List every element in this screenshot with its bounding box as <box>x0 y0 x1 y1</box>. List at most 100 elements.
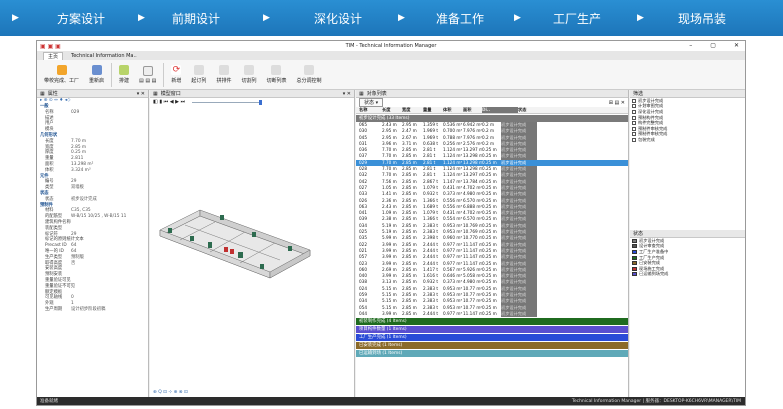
checkbox[interactable] <box>632 104 636 109</box>
tab-tim[interactable]: Technical Information Ma.. <box>67 52 141 60</box>
model-window-title: ▦ 模型窗口 ▾ ✕ <box>150 90 354 98</box>
checkbox[interactable] <box>632 137 636 142</box>
column-header[interactable]: 体积 <box>443 107 463 113</box>
checkbox[interactable] <box>632 121 636 126</box>
ribbon-btn-restart[interactable]: 重新启 <box>86 64 107 85</box>
filter-title: 筛选 <box>630 90 745 98</box>
building-3d-model[interactable] <box>150 108 355 368</box>
server-info: Technical Information Manager | 服务器：DESK… <box>571 399 741 404</box>
filter-panel: 筛选 初步设计完成 计划审图完成 深化设计完成 预制构件完成 构件完整完成 预制件审核完成… <box>630 90 745 397</box>
panel-close-icon[interactable]: ▾ ✕ <box>137 91 145 97</box>
timeline-slider[interactable] <box>192 99 263 105</box>
property-value: 设计初步阶段初稿 <box>71 306 106 312</box>
legend-swatch <box>632 249 637 254</box>
table-cell: 0.25 m <box>482 310 497 316</box>
filter-label: 包装完成 <box>638 136 655 142</box>
ribbon-btn-build[interactable]: 排建 <box>116 64 132 85</box>
status-bar: 准备就绪 Technical Information Manager | 服务器… <box>37 397 745 405</box>
column-header[interactable]: 名称 <box>356 107 382 113</box>
maximize-button[interactable]: ▢ <box>710 42 716 49</box>
phase-3[interactable]: 准备工作 <box>436 0 484 36</box>
phase-5[interactable]: 现场吊装 <box>678 0 726 36</box>
phase-1[interactable]: 前期设计 <box>172 0 220 36</box>
ribbon: 带校完成、工厂 重新启 排建 ▤ ▤ ▤ ⟳ 新增 起订列 拼排件 切割列 切断列… <box>37 60 745 90</box>
column-header[interactable]: 重量 <box>423 107 443 113</box>
property-key: 体积 <box>45 167 54 173</box>
checkbox[interactable] <box>632 109 636 114</box>
status-group-header[interactable]: 工厂生产完成 (1 Items) <box>356 334 628 342</box>
column-header[interactable]: 面积 <box>463 107 482 113</box>
property-value: 3.324 m³ <box>71 167 91 173</box>
play-control-icons[interactable]: ◧ ▮ ⏮ ◀ ▶ ⏭ <box>153 99 185 105</box>
legend-swatch <box>632 266 637 271</box>
phase-4[interactable]: 工厂生产 <box>553 0 601 36</box>
table-cell: 0.977 m³ <box>443 310 463 316</box>
model-footer-toolbar[interactable]: ⊕ Q ⊡ ⊹ ⊕ ⊗ ⊡ <box>153 390 188 395</box>
table-row[interactable]: 044 3.99 m 2.85 m 2.444 t 0.977 m³11.147 m²0… <box>356 310 628 318</box>
object-list-title: ▦ 对象列表 <box>356 90 628 98</box>
grid-icon: ▦ <box>153 90 158 97</box>
object-list-panel: ▦ 对象列表 状态 ▾ ⊞ ▤ ✕ 名称 长度 宽度 重量 体积 面积 Di.. 状态 初步设计… <box>356 90 629 397</box>
checkbox[interactable] <box>632 115 636 120</box>
status-group-header[interactable]: 已运输到场 (1 Items) <box>356 350 628 358</box>
checkbox[interactable] <box>632 132 636 137</box>
legend-swatch <box>632 244 637 249</box>
panel-close-icon[interactable]: ▾ ✕ <box>343 91 351 97</box>
property-row[interactable]: 生产周期 设计初步阶段初稿 <box>37 307 148 313</box>
legend-swatch <box>632 261 637 266</box>
properties-panel: ▦ 属性 ▾ ✕ ▸ ⊕ ⊙ ↔ ♦ ◂◇ 一般 名称 029 描述 用户 模块 几何形状 长度 7… <box>37 90 149 397</box>
legend-swatch <box>632 238 637 243</box>
status-group-header[interactable]: 已安装完成 (1 Items) <box>356 342 628 350</box>
status-group-header[interactable]: 项目构件数量 (1 Items) <box>356 326 628 334</box>
workflow-banner: ▶ 方案设计 ▶ 前期设计 ▶ 深化设计 ▶ 准备工作 ▶ 工厂生产 ▶ 现场吊装 <box>0 0 783 36</box>
status-group-header[interactable]: 初装制作完成 (4 Items) <box>356 318 628 326</box>
status-filter-dropdown[interactable]: 状态 ▾ <box>359 98 384 107</box>
phase-arrow-icon: ▶ <box>514 13 521 23</box>
window-title: TIM - Technical Information Manager <box>345 43 437 49</box>
tim-window: ▣ ▣ ▣ TIM - Technical Information Manage… <box>36 40 746 406</box>
table-cell: 初步设计完成 <box>501 310 537 318</box>
ribbon-btn-pieces[interactable]: 拼排件 <box>213 64 234 85</box>
ribbon-btn-control[interactable]: 总分调控制 <box>293 64 324 85</box>
menu-bar: 主页 Technical Information Ma.. <box>37 51 745 60</box>
ribbon-btn-cutlist[interactable]: 切断列表 <box>263 64 289 85</box>
property-value: W-B/15 10/25 , W-B/15 11 <box>71 214 127 220</box>
table-cell: 3.99 m <box>382 310 397 316</box>
model-window: ▦ 模型窗口 ▾ ✕ ◧ ▮ ⏮ ◀ ▶ ⏭ ⊕ Q ⊡ ⊹ ⊕ ⊗ ⊡ <box>150 90 355 397</box>
property-value: 双墙板 <box>71 185 84 191</box>
ribbon-separator <box>111 62 113 87</box>
title-bar: ▣ ▣ ▣ TIM - Technical Information Manage… <box>37 41 745 51</box>
list-tools-icon[interactable]: ⊞ ▤ ✕ <box>609 100 625 106</box>
grid-icon: ▦ <box>359 90 364 97</box>
group-header-initial[interactable]: 初步设计完成 (33 Items) <box>356 115 628 122</box>
tab-home[interactable]: 主页 <box>43 51 64 60</box>
column-header[interactable]: 宽度 <box>402 107 423 113</box>
legend-row: 已运输到场完成 <box>630 271 745 278</box>
ribbon-btn-cut[interactable]: 切割列 <box>238 64 259 85</box>
legend-swatch <box>632 272 637 277</box>
phase-0[interactable]: 方案设计 <box>57 0 105 36</box>
filter-checkbox-row[interactable]: 包装完成 <box>630 137 745 143</box>
table-cell: 2.85 m <box>402 310 417 316</box>
ribbon-btn-chart[interactable]: ▤ ▤ ▤ <box>136 65 159 85</box>
ribbon-btn-status[interactable]: 带校完成、工厂 <box>41 64 82 85</box>
property-value: 初步设计完成 <box>71 196 97 202</box>
column-header[interactable]: 状态 <box>518 107 548 113</box>
column-header[interactable]: 长度 <box>382 107 402 113</box>
legend-title: 状态 <box>630 230 745 238</box>
playback-controls[interactable]: ◧ ▮ ⏮ ◀ ▶ ⏭ <box>150 98 354 106</box>
property-value <box>69 127 71 133</box>
checkbox[interactable] <box>632 126 636 131</box>
refresh-button[interactable]: ⟳ 新增 <box>168 64 184 85</box>
checkbox[interactable] <box>632 98 636 103</box>
phase-arrow-icon: ▶ <box>637 13 644 23</box>
ribbon-btn-order[interactable]: 起订列 <box>188 64 209 85</box>
minimize-button[interactable]: – <box>689 42 692 49</box>
close-button[interactable]: ✕ <box>734 42 739 49</box>
legend-label: 已运输到场完成 <box>639 271 669 277</box>
properties-title: ▦ 属性 ▾ ✕ <box>37 90 148 98</box>
ribbon-separator <box>163 62 165 87</box>
table-cell: 11.147 m² <box>463 310 482 316</box>
phase-2[interactable]: 深化设计 <box>314 0 362 36</box>
column-header[interactable]: Di.. <box>482 107 518 113</box>
